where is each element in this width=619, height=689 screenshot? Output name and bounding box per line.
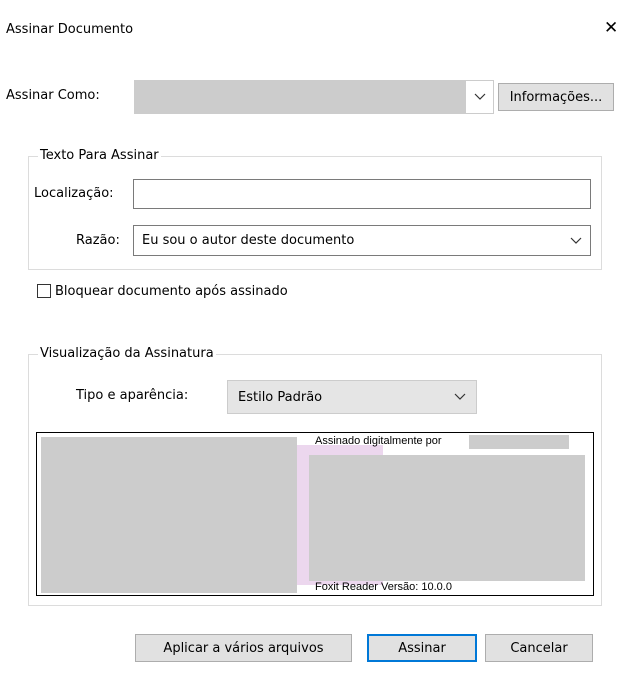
apply-multiple-files-button[interactable]: Aplicar a vários arquivos (135, 634, 352, 662)
signature-details-redacted (309, 455, 585, 581)
reason-select[interactable]: Eu sou o autor deste documento (133, 225, 591, 256)
type-appearance-select[interactable]: Estilo Padrão (227, 380, 477, 414)
lock-checkbox[interactable] (37, 284, 51, 298)
signature-preview: Assinado digitalmente por Foxit Reader V… (36, 432, 594, 596)
location-field[interactable] (133, 179, 591, 209)
lock-label: Bloquear documento após assinado (55, 284, 288, 299)
close-icon[interactable]: ✕ (604, 18, 618, 38)
sign-button[interactable]: Assinar (367, 634, 477, 662)
info-button[interactable]: Informações... (498, 83, 614, 111)
chevron-down-icon (570, 235, 582, 247)
sign-as-dropdown-button[interactable] (466, 80, 494, 114)
location-label: Localização: (34, 186, 114, 201)
signature-image-redacted (41, 437, 297, 593)
signer-name-redacted (469, 435, 569, 449)
chevron-down-icon (474, 91, 486, 103)
window-title: Assinar Documento (6, 22, 134, 37)
type-appearance-value: Estilo Padrão (238, 389, 323, 405)
version-text: Foxit Reader Versão: 10.0.0 (315, 581, 452, 593)
reason-label: Razão: (76, 233, 120, 248)
sign-as-value[interactable] (134, 80, 466, 114)
signed-by-text: Assinado digitalmente por (315, 435, 442, 447)
reason-value: Eu sou o autor deste documento (142, 233, 355, 248)
sign-as-label: Assinar Como: (6, 88, 100, 103)
chevron-down-icon (454, 391, 466, 403)
signature-preview-legend: Visualização da Assinatura (38, 346, 216, 361)
text-to-sign-legend: Texto Para Assinar (38, 148, 161, 163)
cancel-button[interactable]: Cancelar (485, 634, 593, 662)
type-appearance-label: Tipo e aparência: (76, 388, 189, 403)
